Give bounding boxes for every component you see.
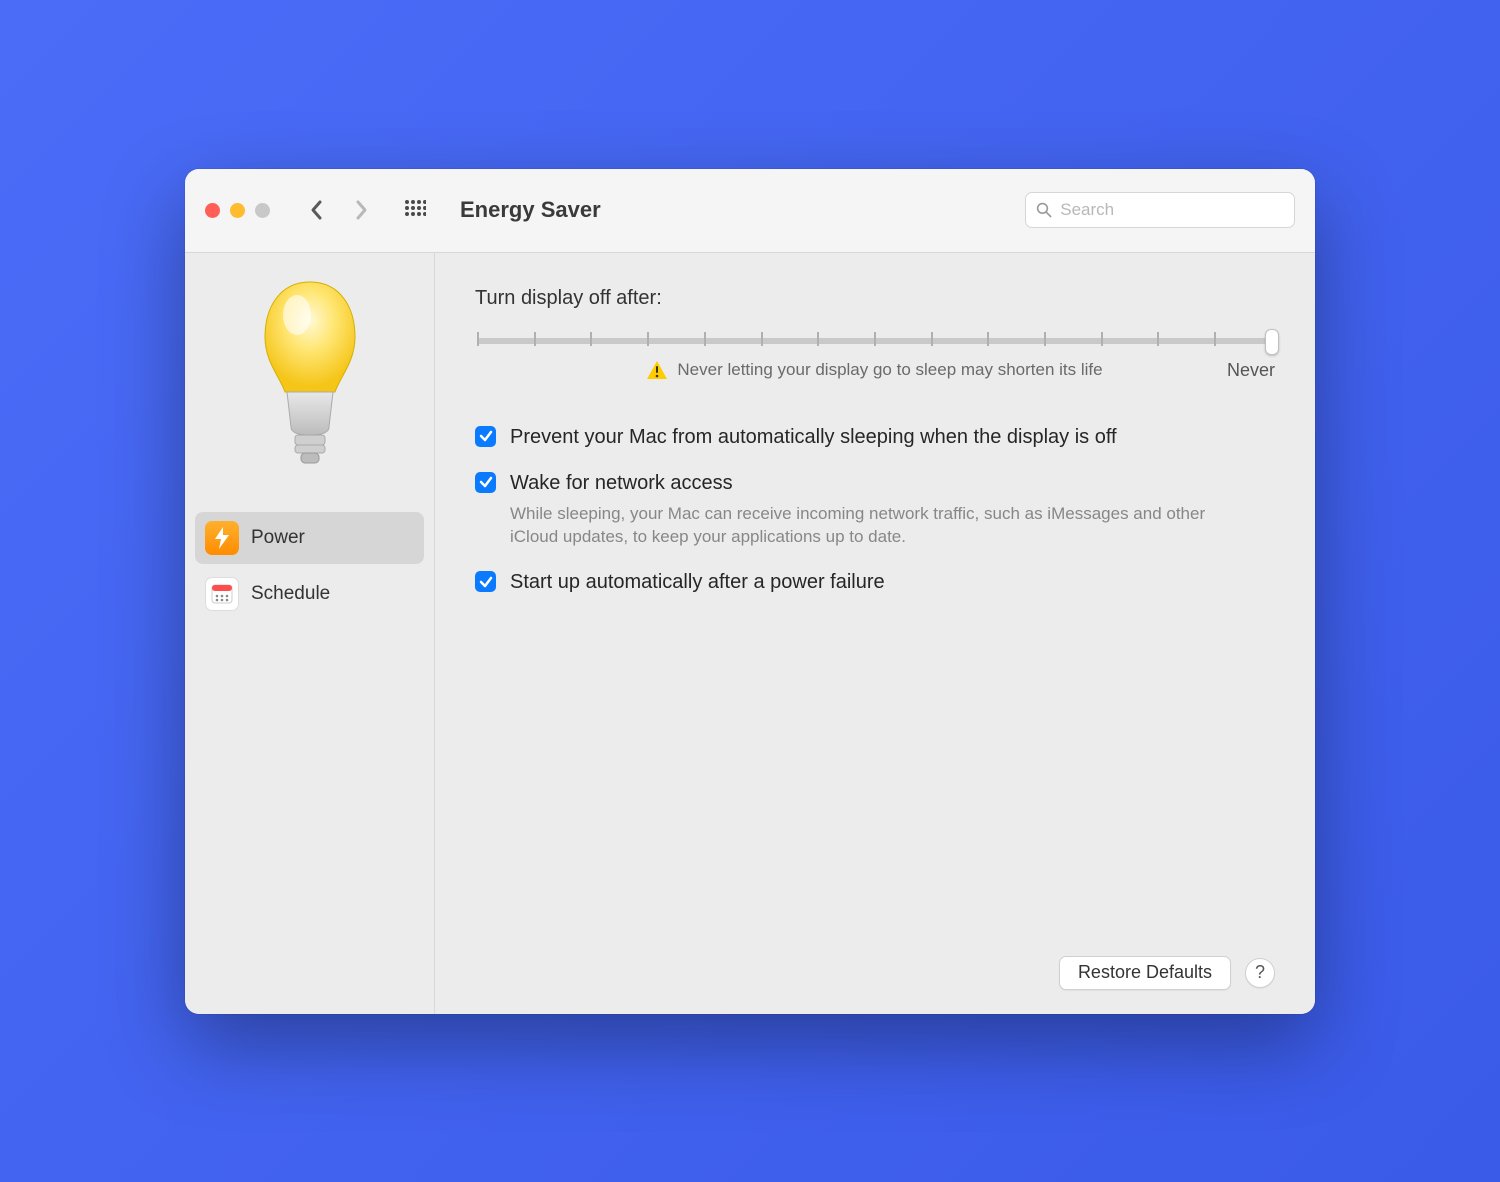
search-box[interactable]	[1025, 192, 1295, 228]
options-list: Prevent your Mac from automatically slee…	[475, 424, 1275, 596]
sidebar-tab-power[interactable]: Power	[195, 512, 424, 564]
checkbox-startup-power-failure[interactable]	[475, 571, 496, 592]
search-icon	[1036, 201, 1052, 219]
checkmark-icon	[479, 475, 493, 489]
slider-warning: Never letting your display go to sleep m…	[647, 360, 1102, 380]
checkbox-prevent-sleep[interactable]	[475, 426, 496, 447]
main-panel: Turn display off after:	[435, 253, 1315, 1014]
option-prevent-sleep: Prevent your Mac from automatically slee…	[475, 424, 1275, 450]
chevron-right-icon	[353, 198, 369, 222]
schedule-icon	[205, 577, 239, 611]
power-icon	[205, 521, 239, 555]
slider-thumb[interactable]	[1265, 329, 1279, 355]
option-label: Wake for network access	[510, 470, 1230, 496]
warning-icon	[647, 361, 667, 379]
back-button[interactable]	[302, 195, 332, 225]
chevron-left-icon	[309, 198, 325, 222]
sidebar-tabs: Power Schedule	[185, 512, 434, 620]
search-input[interactable]	[1060, 200, 1284, 220]
option-label: Prevent your Mac from automatically slee…	[510, 424, 1117, 450]
option-description: While sleeping, your Mac can receive inc…	[510, 502, 1230, 550]
sidebar-tab-label: Schedule	[251, 583, 330, 605]
checkmark-icon	[479, 429, 493, 443]
footer: Restore Defaults ?	[475, 956, 1275, 990]
sidebar-tab-schedule[interactable]: Schedule	[195, 568, 424, 620]
option-label: Start up automatically after a power fai…	[510, 569, 885, 595]
grid-icon	[404, 199, 426, 221]
forward-button[interactable]	[346, 195, 376, 225]
checkmark-icon	[479, 575, 493, 589]
show-all-button[interactable]	[400, 195, 430, 225]
close-window-button[interactable]	[205, 203, 220, 218]
window-title: Energy Saver	[460, 197, 601, 223]
window-body: Power Schedule Turn display off	[185, 253, 1315, 1014]
help-button[interactable]: ?	[1245, 958, 1275, 988]
sidebar-tab-label: Power	[251, 527, 305, 549]
traffic-lights	[205, 203, 270, 218]
warning-text: Never letting your display go to sleep m…	[677, 360, 1102, 380]
titlebar: Energy Saver	[185, 169, 1315, 253]
checkbox-wake-network[interactable]	[475, 472, 496, 493]
option-startup-power-failure: Start up automatically after a power fai…	[475, 569, 1275, 595]
zoom-window-button[interactable]	[255, 203, 270, 218]
restore-defaults-button[interactable]: Restore Defaults	[1059, 956, 1231, 990]
sidebar: Power Schedule	[185, 253, 435, 1014]
preferences-window: Energy Saver	[185, 169, 1315, 1014]
energy-saver-icon	[255, 277, 365, 472]
slider-value-label: Never	[1227, 360, 1275, 381]
slider-label: Turn display off after:	[475, 287, 1275, 310]
option-wake-network: Wake for network access While sleeping, …	[475, 470, 1275, 550]
display-off-slider[interactable]: Never letting your display go to sleep m…	[475, 328, 1275, 380]
minimize-window-button[interactable]	[230, 203, 245, 218]
